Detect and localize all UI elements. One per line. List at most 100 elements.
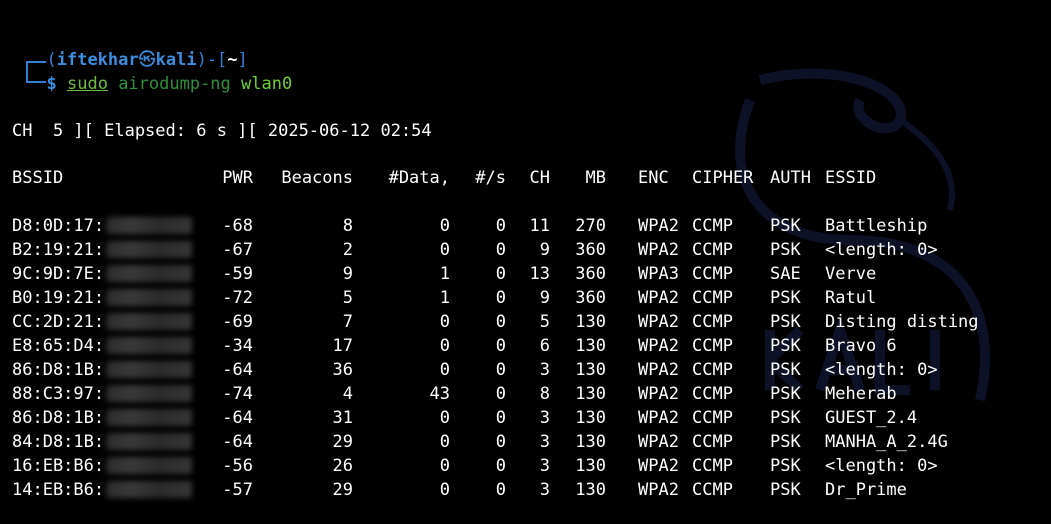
cell-ch: 6 bbox=[539, 336, 550, 356]
header-mb: MB bbox=[585, 168, 606, 188]
cell-cipher: CCMP bbox=[692, 336, 733, 356]
cell-essid: Disting disting bbox=[825, 312, 979, 332]
cell-ch: 13 bbox=[529, 264, 550, 284]
bssid-prefix: 16:EB:B6: bbox=[12, 456, 105, 476]
cell-enc: WPA2 bbox=[638, 336, 679, 356]
cell-beacons: 8 bbox=[342, 216, 353, 236]
cell-essid: GUEST_2.4 bbox=[825, 408, 918, 428]
cell-bssid: 86:D8:1B: bbox=[12, 406, 202, 430]
cell-essid: Verve bbox=[825, 264, 877, 284]
bssid-redacted-blur bbox=[106, 289, 193, 306]
bssid-redacted-blur bbox=[106, 361, 193, 378]
cell-rate: 0 bbox=[495, 360, 506, 380]
cell-bssid: 88:C3:97: bbox=[12, 382, 202, 406]
bssid-redacted-blur bbox=[106, 481, 193, 498]
cell-rate: 0 bbox=[495, 264, 506, 284]
bssid-redacted-blur bbox=[106, 313, 193, 330]
cell-ch: 3 bbox=[539, 360, 550, 380]
cell-rate: 0 bbox=[495, 384, 506, 404]
header-bssid: BSSID bbox=[12, 168, 64, 188]
cell-cipher: CCMP bbox=[692, 288, 733, 308]
cell-enc: WPA2 bbox=[638, 384, 679, 404]
cell-cipher: CCMP bbox=[692, 264, 733, 284]
cell-bssid: 16:EB:B6: bbox=[12, 454, 202, 478]
prompt-dollar: $ bbox=[46, 74, 57, 94]
command-argument[interactable]: wlan0 bbox=[241, 74, 292, 94]
command-program[interactable]: airodump-ng bbox=[118, 74, 231, 94]
bssid-prefix: B0:19:21: bbox=[12, 288, 105, 308]
cell-mb: 130 bbox=[575, 336, 606, 356]
prompt-command-line: $ sudo airodump-ng wlan0 bbox=[6, 48, 292, 94]
bssid-redacted-blur bbox=[106, 265, 193, 282]
cell-auth: PSK bbox=[770, 408, 801, 428]
cell-rate: 0 bbox=[495, 312, 506, 332]
cell-ch: 3 bbox=[539, 408, 550, 428]
bssid-prefix: D8:0D:17: bbox=[12, 216, 105, 236]
cell-auth: PSK bbox=[770, 240, 801, 260]
header-beacons: Beacons bbox=[281, 168, 353, 188]
cell-pwr: -69 bbox=[222, 312, 253, 332]
table-row: CC:2D:21: -69 7 0 0 5 130 WPA2 CCMP PSK Disting di… bbox=[12, 310, 1042, 334]
cell-mb: 130 bbox=[575, 456, 606, 476]
cell-data: 1 bbox=[439, 288, 450, 308]
bssid-redacted-blur bbox=[106, 241, 193, 258]
cell-cipher: CCMP bbox=[692, 360, 733, 380]
cell-ch: 9 bbox=[539, 240, 550, 260]
cell-ch: 3 bbox=[539, 480, 550, 500]
cell-essid: <length: 0> bbox=[825, 360, 938, 380]
cell-essid: <length: 0> bbox=[825, 240, 938, 260]
cell-auth: PSK bbox=[770, 432, 801, 452]
cell-pwr: -56 bbox=[222, 456, 253, 476]
header-enc: ENC bbox=[638, 168, 669, 188]
access-point-table: BSSID PWR Beacons #Data, #/s CH MB ENC C… bbox=[12, 166, 1042, 502]
cell-cipher: CCMP bbox=[692, 384, 733, 404]
cell-bssid: 84:D8:1B: bbox=[12, 430, 202, 454]
cell-essid: Meherab bbox=[825, 384, 897, 404]
cell-bssid: 9C:9D:7E: bbox=[12, 262, 202, 286]
bssid-prefix: 14:EB:B6: bbox=[12, 480, 105, 500]
airodump-status-line: CH 5 ][ Elapsed: 6 s ][ 2025-06-12 02:54 bbox=[12, 121, 432, 141]
cell-pwr: -74 bbox=[222, 384, 253, 404]
cell-beacons: 36 bbox=[332, 360, 353, 380]
cell-cipher: CCMP bbox=[692, 456, 733, 476]
cell-beacons: 29 bbox=[332, 432, 353, 452]
bssid-redacted-blur bbox=[106, 385, 193, 402]
cell-data: 0 bbox=[439, 312, 450, 332]
cell-enc: WPA2 bbox=[638, 240, 679, 260]
cell-pwr: -34 bbox=[222, 336, 253, 356]
table-row: 86:D8:1B: -64 36 0 0 3 130 WPA2 CCMP PSK <length: … bbox=[12, 358, 1042, 382]
cell-rate: 0 bbox=[495, 480, 506, 500]
command-sudo[interactable]: sudo bbox=[67, 74, 108, 94]
cell-mb: 360 bbox=[575, 240, 606, 260]
cell-mb: 360 bbox=[575, 264, 606, 284]
bssid-prefix: E8:65:D4: bbox=[12, 336, 105, 356]
bssid-redacted-blur bbox=[106, 217, 193, 234]
cell-mb: 130 bbox=[575, 384, 606, 404]
cell-enc: WPA2 bbox=[638, 408, 679, 428]
cell-ch: 9 bbox=[539, 288, 550, 308]
cell-beacons: 4 bbox=[342, 384, 353, 404]
cell-rate: 0 bbox=[495, 456, 506, 476]
cell-mb: 130 bbox=[575, 432, 606, 452]
bssid-redacted-blur bbox=[106, 409, 193, 426]
header-rate: #/s bbox=[475, 168, 506, 188]
cell-beacons: 7 bbox=[342, 312, 353, 332]
cell-essid: Dr_Prime bbox=[825, 480, 907, 500]
prompt-header-line: (iftekhar㉿kali)-[~] bbox=[6, 24, 248, 73]
cell-auth: PSK bbox=[770, 384, 801, 404]
cell-beacons: 26 bbox=[332, 456, 353, 476]
cell-beacons: 9 bbox=[342, 264, 353, 284]
cell-enc: WPA2 bbox=[638, 480, 679, 500]
cell-ch: 5 bbox=[539, 312, 550, 332]
cell-pwr: -72 bbox=[222, 288, 253, 308]
cell-cipher: CCMP bbox=[692, 312, 733, 332]
cell-mb: 130 bbox=[575, 312, 606, 332]
bssid-prefix: 84:D8:1B: bbox=[12, 432, 105, 452]
table-row: B0:19:21: -72 5 1 0 9 360 WPA2 CCMP PSK Ratul bbox=[12, 286, 1042, 310]
table-row: 14:EB:B6: -57 29 0 0 3 130 WPA2 CCMP PSK Dr_Prime bbox=[12, 478, 1042, 502]
cell-rate: 0 bbox=[495, 240, 506, 260]
cell-beacons: 17 bbox=[332, 336, 353, 356]
cell-essid: Ratul bbox=[825, 288, 877, 308]
cell-beacons: 5 bbox=[342, 288, 353, 308]
bssid-prefix: 86:D8:1B: bbox=[12, 408, 105, 428]
